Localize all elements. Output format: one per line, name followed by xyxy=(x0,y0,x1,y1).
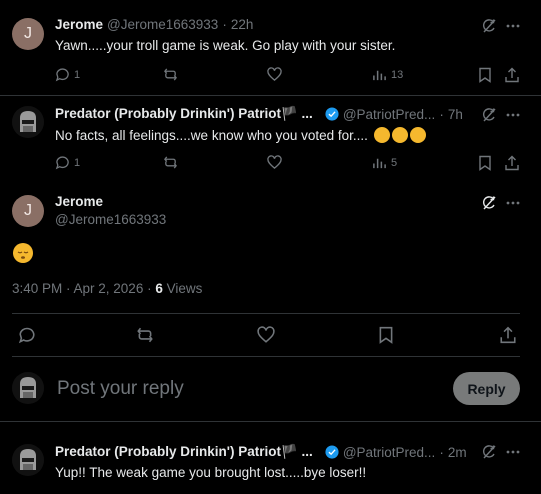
helmet-avatar-icon xyxy=(12,106,44,138)
tweet-header: Jerome @Jerome1663933 · 22h xyxy=(55,17,254,32)
avatar[interactable]: J xyxy=(12,18,44,50)
tweet-time[interactable]: 22h xyxy=(231,17,254,32)
author-handle[interactable]: @Jerome1663933 xyxy=(107,17,218,32)
tweet-meta: 3:40 PM · Apr 2, 2026 · 6 Views xyxy=(12,281,203,296)
tweet-time[interactable]: 7h xyxy=(448,107,463,122)
reply-button[interactable]: 1 xyxy=(55,155,80,170)
avatar[interactable] xyxy=(12,372,44,404)
bookmark-icon[interactable] xyxy=(377,326,395,344)
verified-badge-icon xyxy=(325,445,339,459)
reply-input[interactable]: Post your reply xyxy=(57,378,184,400)
heart-icon[interactable] xyxy=(257,326,275,344)
divider xyxy=(0,421,541,422)
reply-icon xyxy=(55,68,69,82)
views-button[interactable]: 13 xyxy=(372,67,403,82)
divider xyxy=(12,356,520,357)
more-icon[interactable] xyxy=(505,444,521,460)
author-name[interactable]: Jerome xyxy=(55,17,103,32)
tweet-header: Predator (Probably Drinkin') Patriot🏴 ..… xyxy=(55,444,467,460)
avatar[interactable] xyxy=(12,106,44,138)
winking-tongue-emoji xyxy=(409,127,426,143)
more-icon[interactable] xyxy=(505,107,521,123)
analytics-icon xyxy=(373,158,386,169)
repost-button[interactable] xyxy=(163,67,178,82)
more-icon[interactable] xyxy=(505,18,521,34)
author-handle[interactable]: @Jerome1663933 xyxy=(55,212,166,227)
bookmark-icon[interactable] xyxy=(477,67,493,83)
sleeping-face-emoji xyxy=(13,243,33,263)
bookmark-icon[interactable] xyxy=(477,155,493,171)
tweet-time[interactable]: 2m xyxy=(448,445,467,460)
repost-icon xyxy=(164,156,177,169)
reply-icon[interactable] xyxy=(18,326,36,344)
reply-button[interactable]: 1 xyxy=(55,67,80,82)
translate-icon[interactable] xyxy=(481,444,497,460)
views-button[interactable]: 5 xyxy=(372,155,397,170)
author-name[interactable]: Predator (Probably Drinkin') Patriot🏴 ..… xyxy=(55,106,313,122)
repost-icon xyxy=(164,68,177,81)
translate-icon[interactable] xyxy=(481,18,497,34)
share-icon[interactable] xyxy=(504,67,520,83)
helmet-avatar-icon xyxy=(12,372,44,404)
helmet-avatar-icon xyxy=(12,444,44,476)
share-icon[interactable] xyxy=(499,326,517,344)
like-button[interactable] xyxy=(267,155,282,170)
avatar[interactable] xyxy=(12,444,44,476)
tweet-header: Predator (Probably Drinkin') Patriot🏴 ..… xyxy=(55,106,463,122)
avatar[interactable]: J xyxy=(12,195,44,227)
verified-badge-icon xyxy=(325,107,339,121)
divider xyxy=(12,313,520,314)
more-icon[interactable] xyxy=(505,195,521,211)
analytics-icon xyxy=(373,70,386,81)
translate-icon[interactable] xyxy=(481,107,497,123)
author-name[interactable]: Predator (Probably Drinkin') Patriot🏴 ..… xyxy=(55,444,313,460)
repost-button[interactable] xyxy=(163,155,178,170)
winking-tongue-emoji xyxy=(373,127,390,143)
reply-icon xyxy=(55,156,69,170)
laughing-emoji xyxy=(391,127,408,143)
share-icon[interactable] xyxy=(504,155,520,171)
heart-icon xyxy=(267,155,282,169)
heart-icon xyxy=(267,67,282,81)
translate-icon[interactable] xyxy=(481,195,497,211)
tweet-text: Yup!! The weak game you brought lost....… xyxy=(55,465,367,480)
author-handle[interactable]: @PatriotPred... xyxy=(343,445,436,460)
tweet-text: Yawn.....your troll game is weak. Go pla… xyxy=(55,38,396,53)
tweet-text: No facts, all feelings....we know who yo… xyxy=(55,127,426,143)
reply-submit-button[interactable]: Reply xyxy=(453,372,520,405)
divider xyxy=(0,95,541,96)
like-button[interactable] xyxy=(267,67,282,82)
author-name[interactable]: Jerome xyxy=(55,194,103,209)
repost-icon[interactable] xyxy=(136,326,154,344)
author-handle[interactable]: @PatriotPred... xyxy=(343,107,436,122)
